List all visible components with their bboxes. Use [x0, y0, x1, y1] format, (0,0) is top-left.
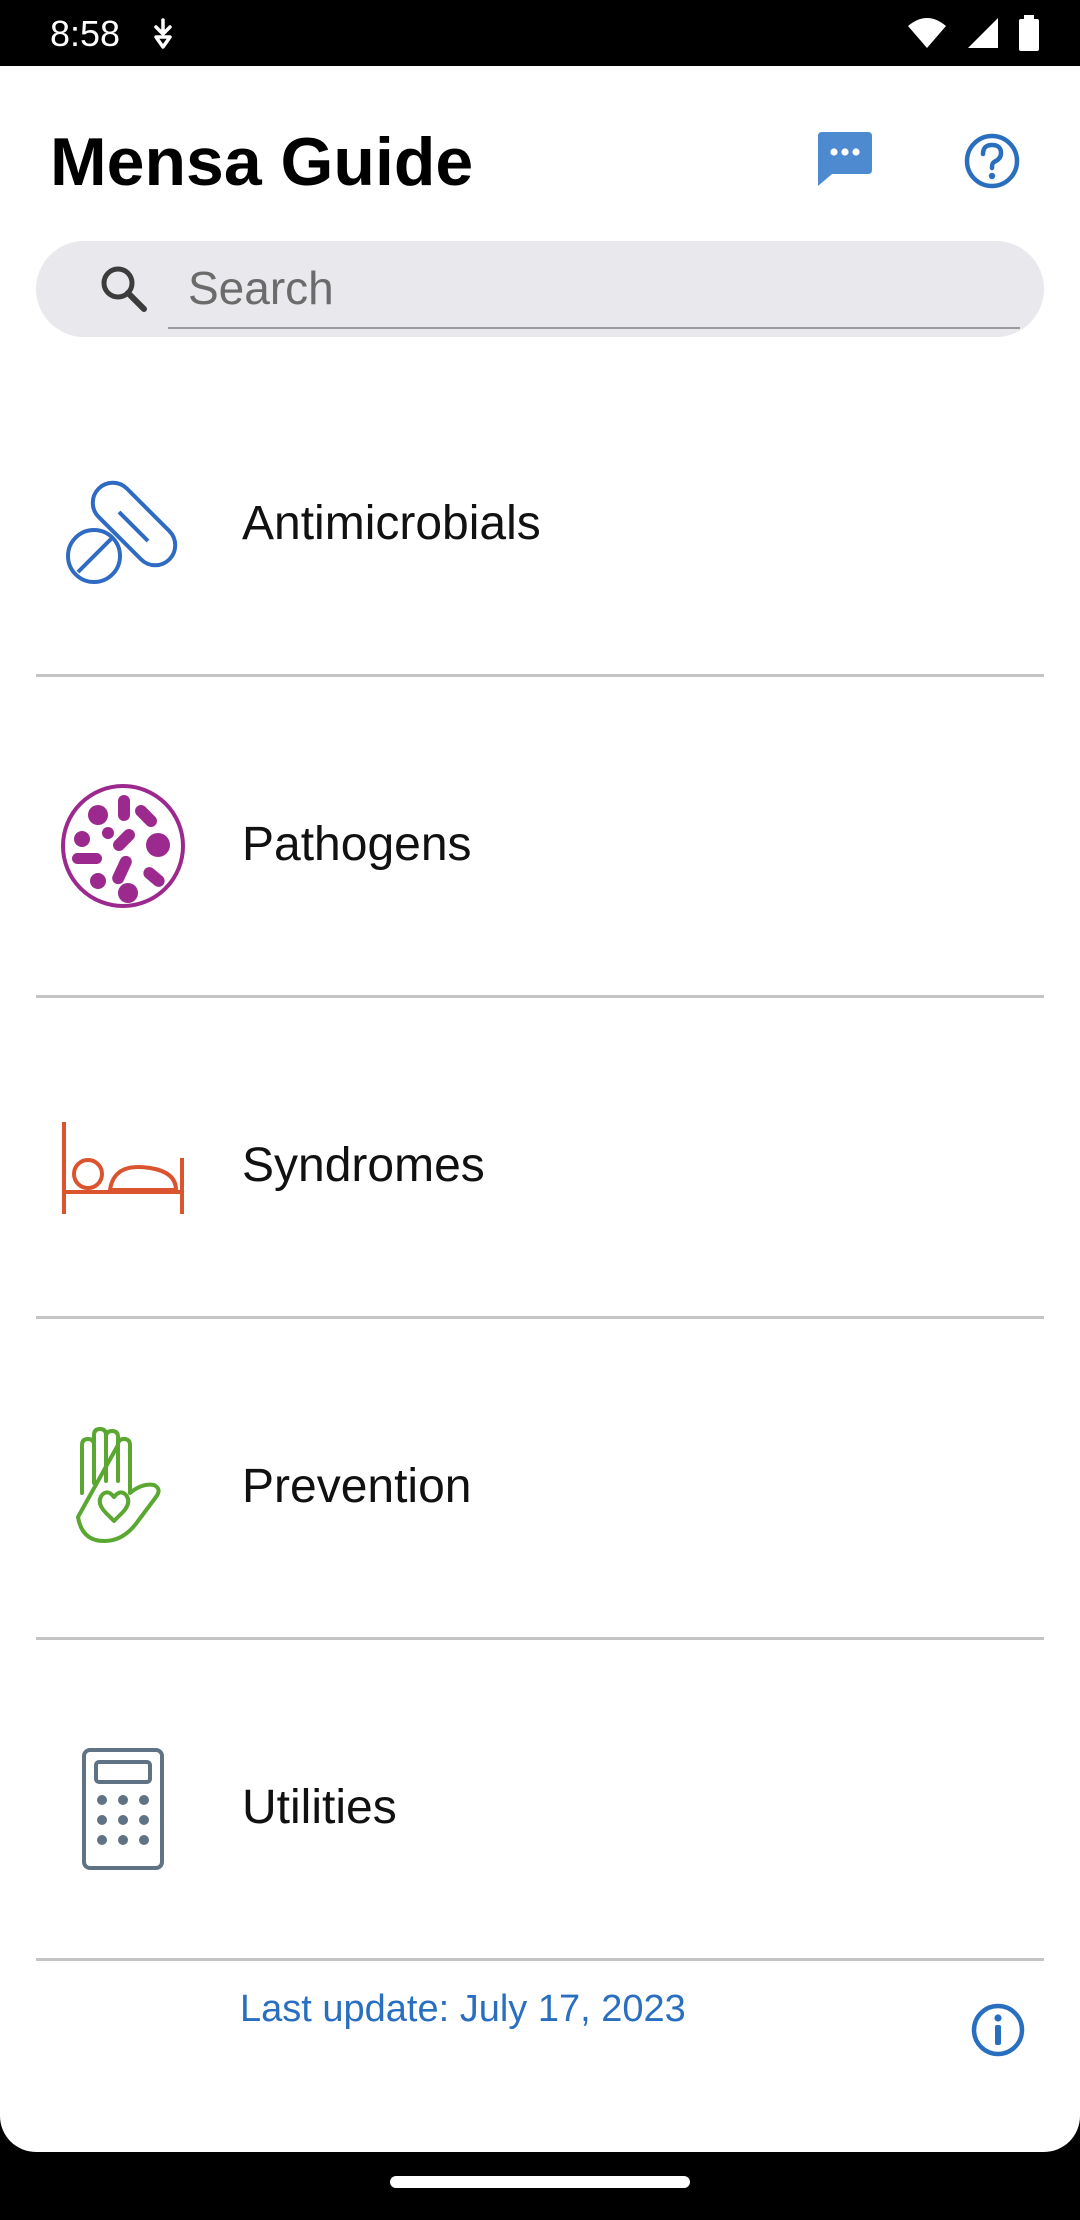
search-icon [101, 266, 147, 312]
search-input[interactable] [168, 249, 1020, 329]
chat-button[interactable] [806, 121, 882, 197]
menu-item-pathogens[interactable]: Pathogens [36, 677, 1044, 998]
help-button[interactable] [952, 121, 1032, 201]
menu-item-label: Syndromes [242, 1139, 485, 1192]
status-icons [906, 14, 1040, 52]
wifi-icon [908, 18, 946, 48]
pathogen-icon [58, 781, 188, 911]
page-title: Mensa Guide [50, 124, 474, 200]
download-indicator-icon [154, 18, 172, 49]
help-icon [964, 133, 1020, 189]
app-screen: Mensa Guide Search Antimicrobials Pathog… [0, 66, 1080, 2152]
calculator-icon [58, 1744, 188, 1874]
menu-item-utilities[interactable]: Utilities [36, 1640, 1044, 1961]
menu-item-label: Prevention [242, 1460, 472, 1513]
menu-item-label: Antimicrobials [242, 497, 541, 550]
search-bar [36, 241, 1044, 337]
category-list: Antimicrobials Pathogens Syndromes Preve… [36, 356, 1044, 1961]
status-bar: 8:58 [0, 0, 1080, 66]
info-button[interactable] [968, 2000, 1028, 2060]
footer: Last update: July 17, 2023 [0, 1966, 1080, 2106]
status-time: 8:58 [50, 13, 121, 54]
last-update-text: Last update: July 17, 2023 [240, 1988, 686, 2030]
menu-item-label: Utilities [242, 1781, 397, 1834]
hand-heart-icon [58, 1423, 188, 1553]
menu-item-antimicrobials[interactable]: Antimicrobials [36, 356, 1044, 677]
battery-icon [1019, 15, 1039, 51]
gesture-nav-handle[interactable] [390, 2176, 690, 2188]
pills-icon [58, 460, 188, 590]
bed-icon [58, 1102, 188, 1232]
info-icon [971, 2003, 1025, 2057]
cellular-signal-icon [968, 18, 998, 48]
chat-icon [818, 132, 872, 186]
menu-item-syndromes[interactable]: Syndromes [36, 998, 1044, 1319]
menu-item-prevention[interactable]: Prevention [36, 1319, 1044, 1640]
menu-item-label: Pathogens [242, 818, 472, 871]
